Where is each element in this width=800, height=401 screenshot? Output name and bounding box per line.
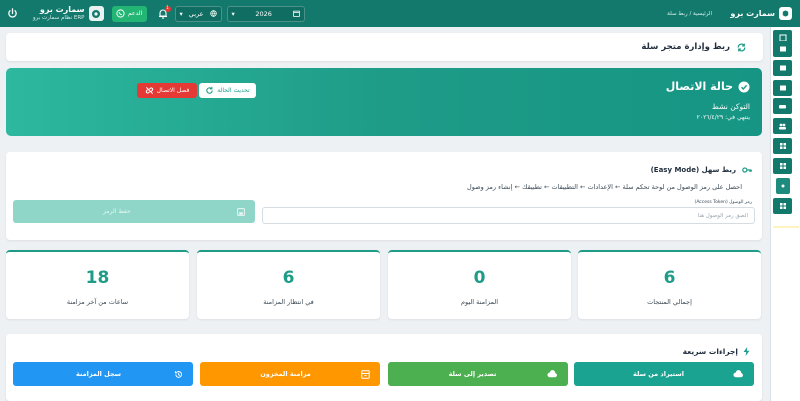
connection-status-card: حالة الاتصال التوكن نشط ينتهي في: ٢٠٢٦/٤…	[6, 68, 762, 136]
refresh-icon	[206, 86, 214, 94]
stat-label: ساعات من آخر مزامنة	[66, 298, 129, 306]
access-token-input[interactable]: الصق رمز الوصول هنا	[262, 207, 755, 224]
history-icon	[174, 370, 183, 378]
page-header: ربط وإدارة متجر سلة	[6, 33, 763, 61]
year-select[interactable]: ▾ 2026	[226, 5, 305, 22]
import-label: استيراد من سلة	[633, 370, 684, 378]
sidebar-highlight	[773, 226, 799, 228]
cloud-download-icon	[733, 370, 743, 378]
year-value: 2026	[255, 9, 272, 18]
check-circle-icon	[738, 81, 750, 92]
language-select[interactable]: ▾ عربي	[174, 5, 222, 22]
export-to-salla-button[interactable]: تصدير إلى سلة	[388, 362, 568, 386]
whatsapp-icon	[116, 9, 125, 18]
sidebar-item-9[interactable]	[773, 198, 792, 214]
brand-logo-icon	[779, 7, 792, 20]
token-expiry: ينتهي في: ٢٠٢٦/٤/٢٩	[696, 114, 750, 121]
save-token-button[interactable]: حفظ الرمز	[13, 200, 255, 223]
stat-hours-since-sync: 18 ساعات من آخر مزامنة	[6, 250, 189, 319]
chevron-down-icon: ▾	[179, 9, 183, 18]
refresh-label: تحديث الحالة	[217, 87, 250, 94]
chevron-down-icon: ▾	[231, 9, 235, 18]
stat-synced-today: 0 المزامنة اليوم	[388, 250, 571, 319]
notification-count-badge: 1	[164, 5, 171, 12]
stat-label: إجمالي المنتجات	[647, 298, 692, 306]
link-icon	[781, 184, 785, 188]
easy-mode-title: ربط سهل (Easy Mode)	[650, 166, 736, 174]
bolt-icon	[743, 347, 750, 356]
disconnect-button[interactable]: فصل الاتصال	[137, 83, 197, 98]
box-icon	[779, 46, 786, 52]
box-icon	[779, 65, 786, 71]
refresh-status-button[interactable]: تحديث الحالة	[199, 83, 256, 98]
apps-icon	[779, 163, 786, 169]
quick-actions-title: إجراءات سريعة	[682, 347, 738, 356]
car-icon	[779, 104, 786, 108]
sidebar-item-3[interactable]	[773, 60, 792, 76]
support-label: الدعم	[127, 10, 143, 17]
token-status: التوكن نشط	[711, 102, 750, 111]
power-icon[interactable]	[5, 7, 19, 21]
brand-name: سمارت برو	[730, 9, 775, 18]
top-bar: سمارت برو نظام سمارت برو ERP الدعم 1 ▾ ع…	[0, 0, 800, 27]
sync-inventory-label: مزامنة المخزون	[260, 370, 311, 378]
stat-value: 0	[473, 268, 486, 288]
stat-value: 18	[85, 268, 110, 288]
box-icon	[779, 85, 786, 91]
account-subtitle: نظام سمارت برو ERP	[33, 14, 85, 21]
globe-icon	[209, 10, 217, 17]
brand[interactable]: سمارت برو	[720, 0, 800, 27]
sidebar-item-7[interactable]	[773, 138, 792, 154]
page-title: ربط وإدارة متجر سلة	[641, 42, 730, 52]
sync-log-button[interactable]: سجل المزامنة	[13, 362, 193, 386]
sidebar	[770, 27, 800, 401]
easy-mode-description: احصل على رمز الوصول من لوحة تحكم سلة ← ا…	[466, 183, 742, 191]
stat-label: المزامنة اليوم	[460, 298, 499, 306]
disconnect-label: فصل الاتصال	[156, 87, 190, 94]
breadcrumb[interactable]: الرئيسية / ربط سلة	[667, 11, 712, 17]
account-logo-icon	[88, 6, 104, 21]
stat-total-products: 6 إجمالي المنتجات	[578, 250, 761, 319]
calendar-icon	[292, 10, 300, 17]
sidebar-item-6[interactable]	[773, 118, 792, 134]
save-token-label: حفظ الرمز	[103, 208, 131, 215]
stat-value: 6	[282, 268, 295, 288]
status-title: حالة الاتصال	[665, 80, 733, 93]
save-icon	[237, 207, 245, 216]
apps-icon	[779, 143, 786, 149]
sidebar-item-4[interactable]	[773, 80, 792, 96]
stat-value: 6	[663, 268, 676, 288]
apps-icon	[779, 203, 786, 209]
account-name: سمارت برو	[39, 4, 85, 14]
sync-icon	[737, 43, 746, 51]
notifications-button[interactable]: 1	[156, 5, 171, 22]
cloud-upload-icon	[547, 370, 557, 378]
key-icon	[742, 167, 752, 173]
language-value: عربي	[188, 9, 204, 18]
sidebar-item-8[interactable]	[773, 158, 792, 174]
sync-inventory-button[interactable]: مزامنة المخزون	[200, 362, 380, 386]
sidebar-item-2[interactable]	[773, 41, 792, 57]
stat-pending-sync: 6 في انتظار المزامنة	[197, 250, 380, 319]
support-button[interactable]: الدعم	[111, 5, 147, 22]
sync-log-label: سجل المزامنة	[75, 370, 122, 378]
easy-mode-card: ربط سهل (Easy Mode) احصل على رمز الوصول …	[6, 152, 762, 240]
unlink-icon	[145, 86, 153, 95]
warehouse-icon	[361, 369, 370, 379]
account-menu[interactable]: سمارت برو نظام سمارت برو ERP	[33, 4, 104, 24]
sidebar-item-salla[interactable]	[776, 178, 790, 194]
stat-label: في انتظار المزامنة	[263, 298, 314, 306]
users-icon	[779, 123, 786, 129]
import-from-salla-button[interactable]: استيراد من سلة	[574, 362, 754, 386]
access-token-label: رمز الوصول (Access Token)	[694, 200, 752, 205]
sidebar-item-5[interactable]	[773, 98, 792, 114]
export-label: تصدير إلى سلة	[448, 370, 497, 378]
